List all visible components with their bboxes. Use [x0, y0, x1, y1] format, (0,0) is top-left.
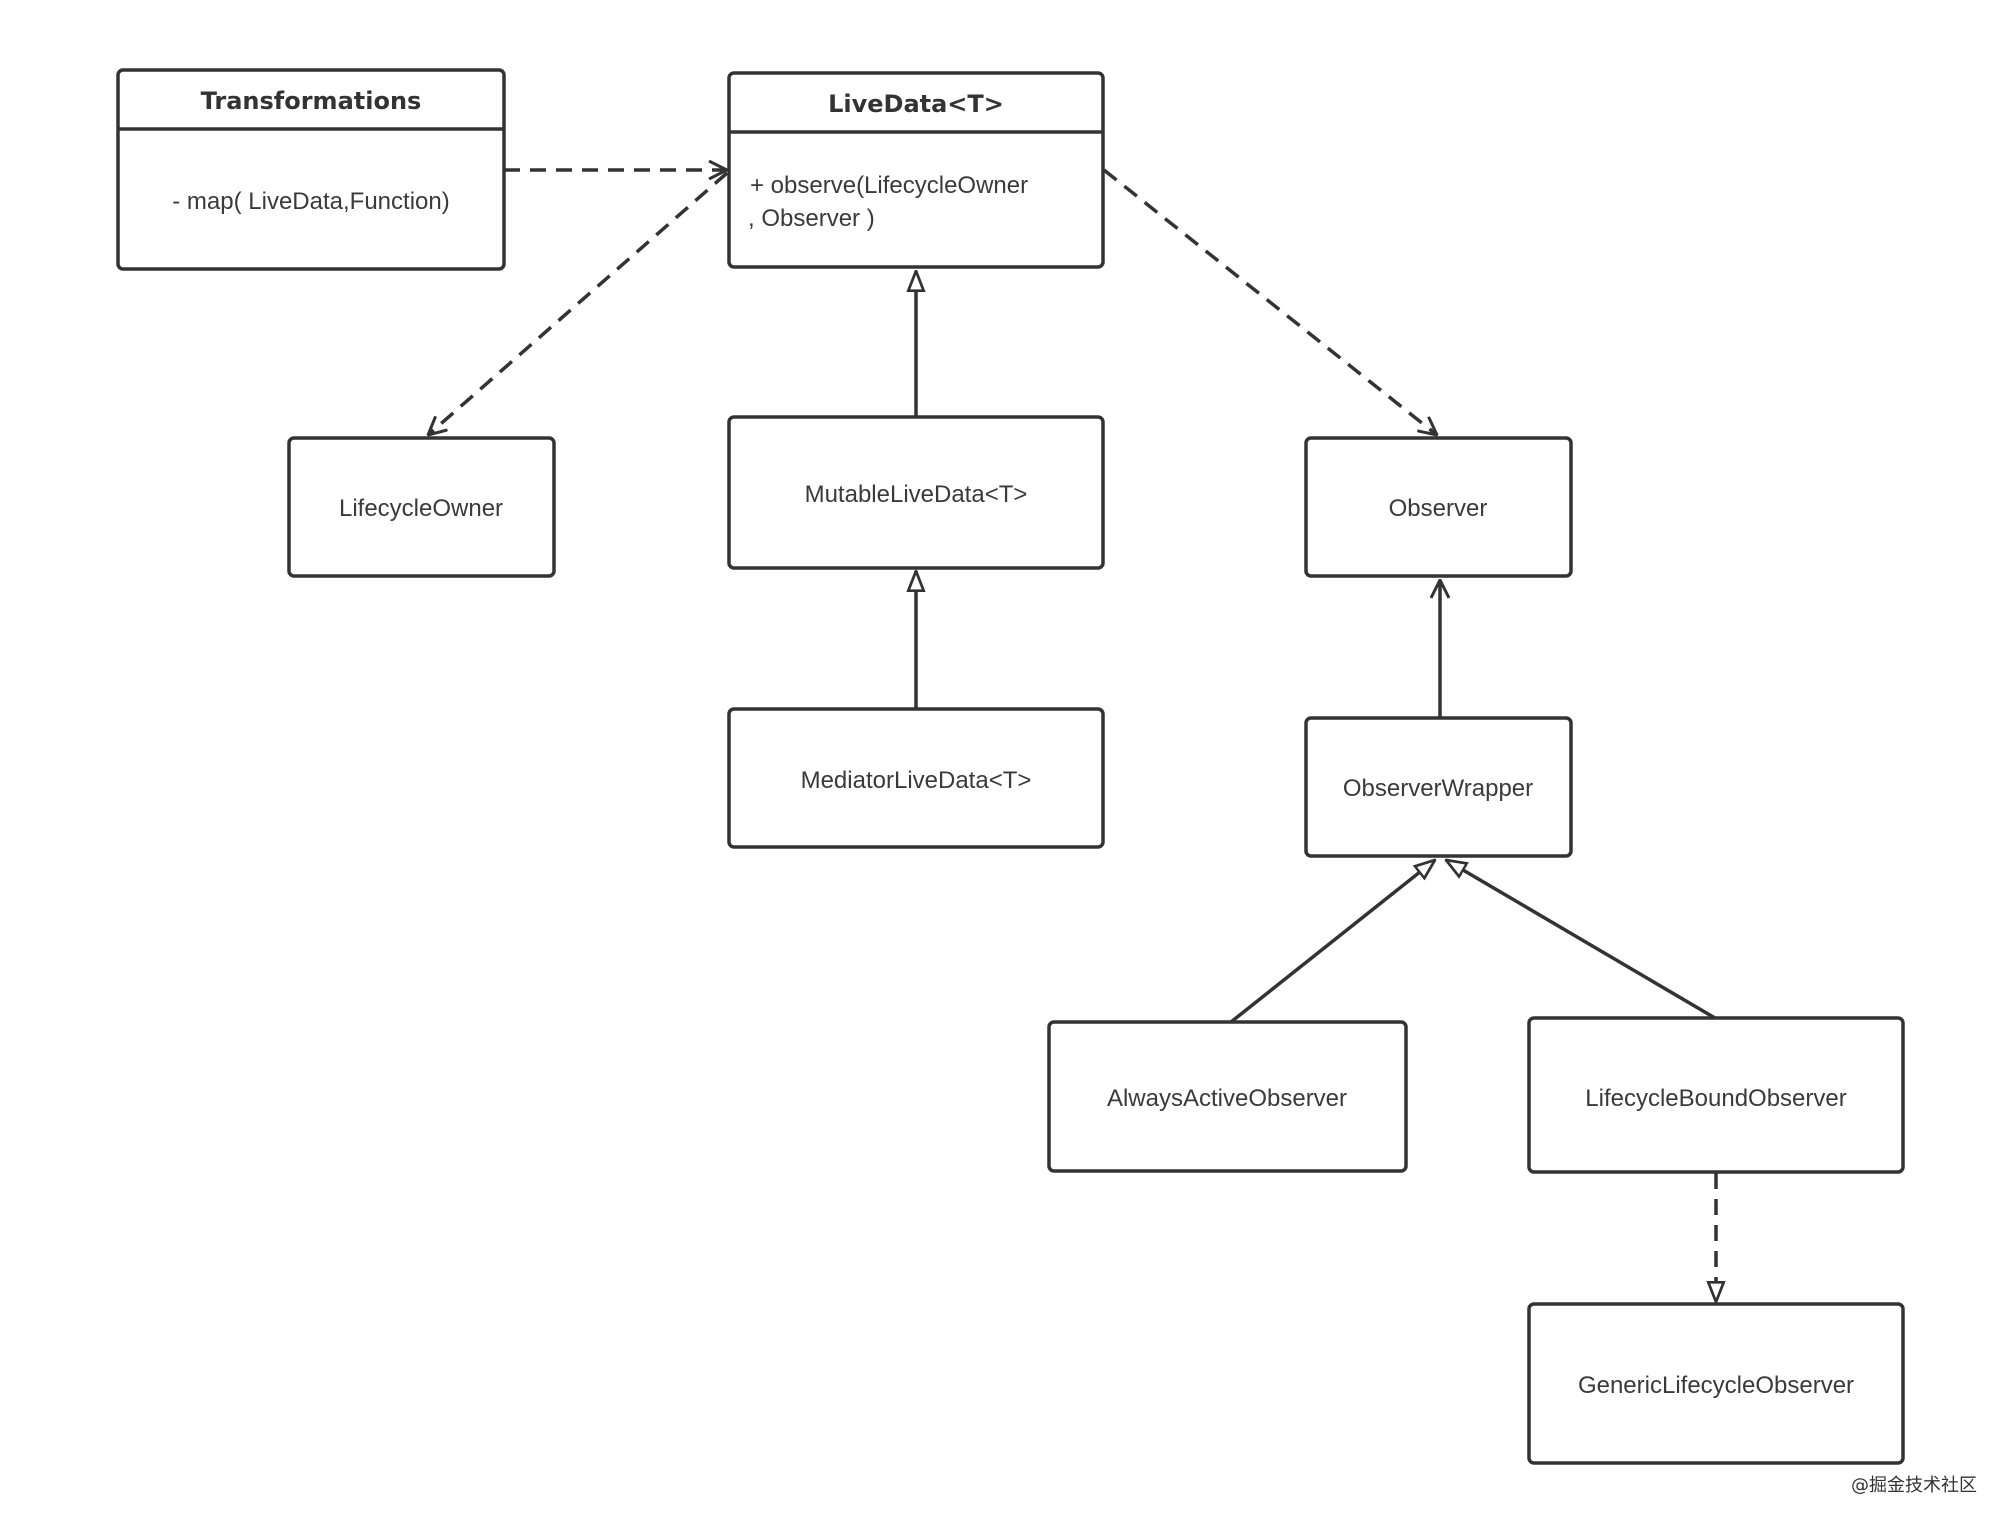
class-name: Observer [1389, 495, 1488, 522]
class-name: LiveData<T> [828, 90, 1004, 118]
class-name: Transformations [201, 87, 422, 115]
class-name: GenericLifecycleObserver [1578, 1372, 1854, 1399]
edge-livedata-observer [1102, 168, 1437, 435]
class-name: LifecycleBoundObserver [1585, 1085, 1846, 1112]
uml-class-diagram: Transformations - map( LiveData,Function… [116, 68, 1977, 1496]
class-name: MutableLiveData<T> [805, 481, 1028, 508]
class-transformations[interactable]: Transformations - map( LiveData,Function… [116, 68, 506, 271]
class-always-active-observer[interactable]: AlwaysActiveObserver [1047, 1020, 1408, 1173]
class-observer-wrapper[interactable]: ObserverWrapper [1304, 716, 1573, 858]
class-name: ObserverWrapper [1343, 775, 1533, 802]
watermark: @掘金技术社区 [1851, 1475, 1977, 1496]
class-lifecycle-owner[interactable]: LifecycleOwner [287, 436, 556, 578]
edge-lifecyclebound-wrapper [1446, 860, 1716, 1020]
class-livedata[interactable]: LiveData<T> + observe(LifecycleOwner , O… [727, 71, 1105, 269]
class-mediator-livedata[interactable]: MediatorLiveData<T> [727, 707, 1105, 849]
edge-alwaysactive-wrapper [1229, 860, 1435, 1024]
class-mutable-livedata[interactable]: MutableLiveData<T> [727, 415, 1105, 570]
class-member: - map( LiveData,Function) [172, 188, 449, 215]
class-observer[interactable]: Observer [1304, 436, 1573, 578]
class-member: + observe(LifecycleOwner [750, 172, 1028, 199]
class-generic-lifecycle-observer[interactable]: GenericLifecycleObserver [1527, 1302, 1905, 1465]
class-member-continued: , Observer ) [748, 205, 875, 232]
class-lifecycle-bound-observer[interactable]: LifecycleBoundObserver [1527, 1016, 1905, 1174]
class-name: MediatorLiveData<T> [801, 767, 1032, 794]
class-name: AlwaysActiveObserver [1107, 1085, 1347, 1112]
class-name: LifecycleOwner [339, 495, 503, 522]
